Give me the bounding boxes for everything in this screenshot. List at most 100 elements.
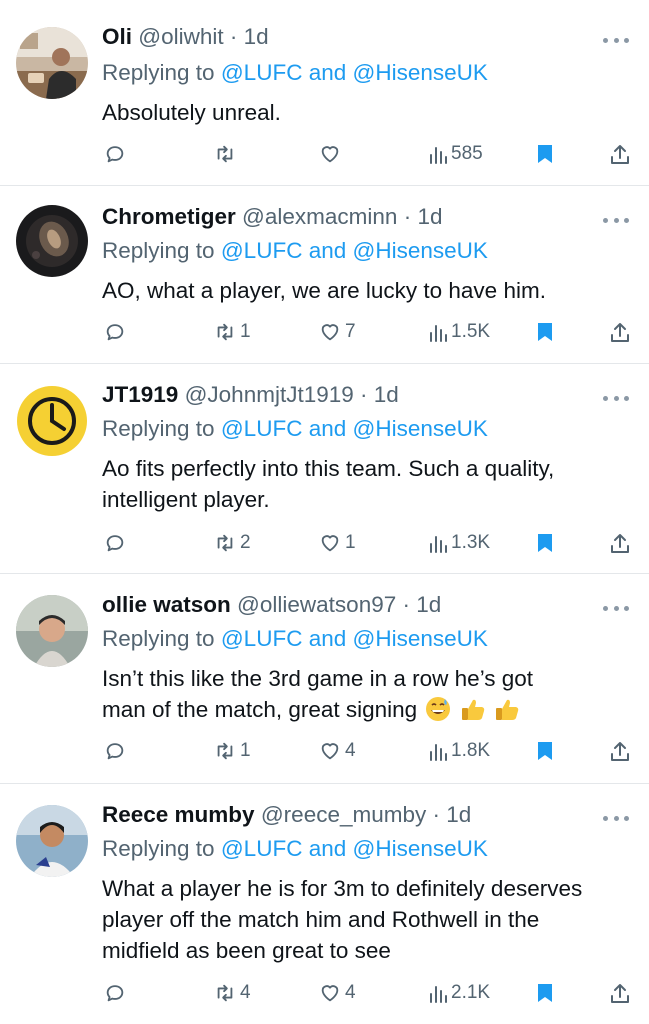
bookmark-icon bbox=[538, 984, 552, 1002]
tweet-text: What a player he is for 3m to definitely… bbox=[102, 873, 632, 966]
tweet-text-line: man of the match, great signing bbox=[102, 697, 418, 722]
display-name[interactable]: JT1919 bbox=[102, 382, 178, 407]
like-button[interactable]: 7 bbox=[318, 317, 356, 347]
heart-icon bbox=[321, 985, 339, 1002]
retweet-icon bbox=[217, 323, 233, 341]
display-name[interactable]: ollie watson bbox=[102, 592, 231, 617]
retweet-button[interactable]: 1 bbox=[213, 736, 251, 766]
reply-button[interactable] bbox=[104, 139, 129, 169]
views-button[interactable]: 1.3K bbox=[428, 528, 490, 558]
heart-icon bbox=[321, 324, 339, 341]
user-handle[interactable]: @alexmacminn bbox=[242, 204, 397, 229]
retweet-button[interactable]: 1 bbox=[213, 317, 251, 347]
like-count: 7 bbox=[345, 321, 356, 342]
views-button[interactable]: 2.1K bbox=[428, 978, 490, 1008]
mention-link[interactable]: @HisenseUK bbox=[353, 626, 488, 651]
reply-button[interactable] bbox=[104, 317, 129, 347]
share-button[interactable] bbox=[609, 736, 631, 766]
share-icon bbox=[611, 534, 629, 553]
like-button[interactable]: 4 bbox=[318, 736, 356, 766]
reply-button[interactable] bbox=[104, 528, 129, 558]
more-icon[interactable] bbox=[603, 603, 629, 613]
tweet[interactable]: ollie watson @olliewatson97 · 1d Replyin… bbox=[0, 574, 649, 784]
tweet[interactable]: Chrometiger @alexmacminn · 1d Replying t… bbox=[0, 186, 649, 364]
avatar[interactable] bbox=[16, 595, 88, 667]
user-handle[interactable]: @JohnmjtJt1919 bbox=[185, 382, 354, 407]
user-handle[interactable]: @reece_mumby bbox=[261, 802, 426, 827]
more-icon[interactable] bbox=[603, 215, 629, 225]
display-name[interactable]: Oli bbox=[102, 24, 132, 49]
replying-to-label: Replying to bbox=[102, 238, 215, 263]
bookmark-button[interactable] bbox=[536, 736, 554, 766]
display-name[interactable]: Reece mumby bbox=[102, 802, 255, 827]
retweet-count: 4 bbox=[240, 982, 251, 1003]
reply-button[interactable] bbox=[104, 736, 129, 766]
timestamp[interactable]: · 1d bbox=[360, 382, 399, 407]
more-icon[interactable] bbox=[603, 393, 629, 403]
views-button[interactable]: 1.8K bbox=[428, 736, 490, 766]
views-icon bbox=[430, 744, 447, 761]
retweet-button[interactable]: 4 bbox=[213, 978, 251, 1008]
user-handle[interactable]: @oliwhit bbox=[138, 24, 223, 49]
avatar[interactable] bbox=[16, 385, 88, 457]
retweet-button[interactable]: 2 bbox=[213, 528, 251, 558]
mention-link[interactable]: @HisenseUK bbox=[353, 416, 488, 441]
share-button[interactable] bbox=[609, 528, 631, 558]
views-button[interactable]: 1.5K bbox=[428, 317, 490, 347]
mention-link[interactable]: @LUFC bbox=[221, 416, 303, 441]
mention-link[interactable]: @LUFC bbox=[221, 238, 303, 263]
tweet-text-line: Ao fits perfectly into this team. Such a… bbox=[102, 456, 555, 481]
timestamp[interactable]: · 1d bbox=[230, 24, 269, 49]
mention-link[interactable]: @HisenseUK bbox=[353, 60, 488, 85]
tweet[interactable]: Oli @oliwhit · 1d Replying to @LUFC and … bbox=[0, 0, 649, 186]
avatar[interactable] bbox=[16, 805, 88, 877]
retweet-button[interactable] bbox=[213, 139, 240, 169]
share-button[interactable] bbox=[609, 139, 631, 169]
tweet[interactable]: Reece mumby @reece_mumby · 1d Replying t… bbox=[0, 784, 649, 1024]
view-count: 1.3K bbox=[451, 532, 491, 553]
bookmark-button[interactable] bbox=[536, 978, 554, 1008]
replying-to-join: and bbox=[308, 626, 347, 651]
views-icon bbox=[430, 536, 447, 553]
replying-to: Replying to @LUFC and @HisenseUK bbox=[102, 236, 488, 266]
timestamp[interactable]: · 1d bbox=[404, 204, 443, 229]
like-count: 1 bbox=[345, 532, 356, 553]
timestamp[interactable]: · 1d bbox=[433, 802, 472, 827]
user-handle[interactable]: @olliewatson97 bbox=[237, 592, 396, 617]
like-button[interactable] bbox=[318, 139, 345, 169]
like-count: 4 bbox=[345, 740, 356, 761]
like-button[interactable]: 4 bbox=[318, 978, 356, 1008]
share-button[interactable] bbox=[609, 978, 631, 1008]
share-button[interactable] bbox=[609, 317, 631, 347]
more-icon[interactable] bbox=[603, 813, 629, 823]
mention-link[interactable]: @LUFC bbox=[221, 836, 303, 861]
like-button[interactable]: 1 bbox=[318, 528, 356, 558]
bookmark-button[interactable] bbox=[536, 528, 554, 558]
mention-link[interactable]: @LUFC bbox=[221, 60, 303, 85]
mention-link[interactable]: @HisenseUK bbox=[353, 238, 488, 263]
action-bar: 1 4 1.8K bbox=[0, 736, 649, 766]
display-name[interactable]: Chrometiger bbox=[102, 204, 236, 229]
tweet-text-line: AO, what a player, we are lucky to have … bbox=[102, 278, 546, 303]
views-button[interactable]: 585 bbox=[428, 139, 483, 169]
timestamp[interactable]: · 1d bbox=[403, 592, 442, 617]
tweet-text-line: player off the match him and Rothwell in… bbox=[102, 907, 540, 932]
avatar[interactable] bbox=[16, 205, 88, 277]
tweet[interactable]: JT1919 @JohnmjtJt1919 · 1d Replying to @… bbox=[0, 364, 649, 574]
replying-to-join: and bbox=[308, 416, 347, 441]
bookmark-button[interactable] bbox=[536, 139, 554, 169]
retweet-count: 2 bbox=[240, 532, 251, 553]
heart-icon bbox=[321, 535, 339, 552]
more-icon[interactable] bbox=[603, 35, 629, 45]
replying-to: Replying to @LUFC and @HisenseUK bbox=[102, 414, 488, 444]
mention-link[interactable]: @LUFC bbox=[221, 626, 303, 651]
mention-link[interactable]: @HisenseUK bbox=[353, 836, 488, 861]
views-icon bbox=[430, 147, 447, 164]
replying-to-join: and bbox=[308, 60, 347, 85]
replying-to-label: Replying to bbox=[102, 60, 215, 85]
reply-button[interactable] bbox=[104, 978, 129, 1008]
bookmark-button[interactable] bbox=[536, 317, 554, 347]
tweet-text-line: What a player he is for 3m to definitely… bbox=[102, 876, 583, 901]
view-count: 1.8K bbox=[451, 740, 491, 761]
avatar[interactable] bbox=[16, 27, 88, 99]
